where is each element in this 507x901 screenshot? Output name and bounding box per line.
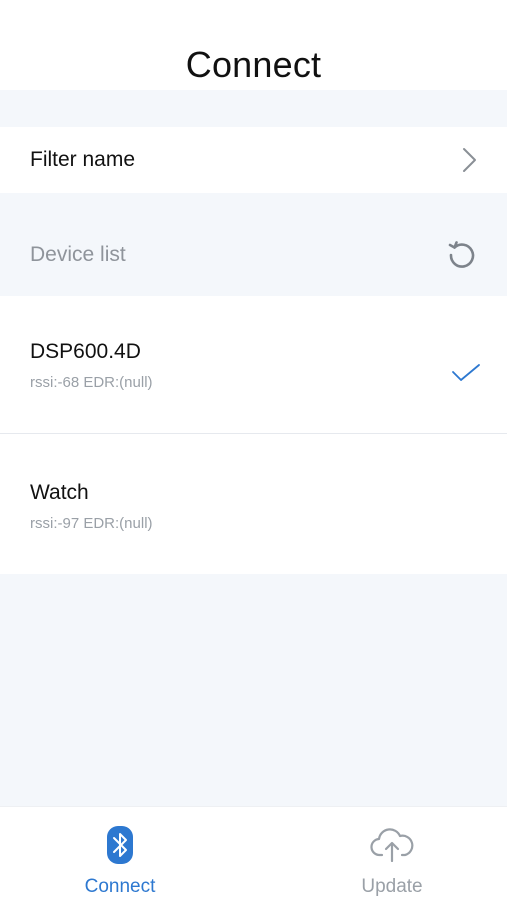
device-list-label: Device list	[30, 243, 126, 266]
device-list: DSP600.4D rssi:-68 EDR:(null) Watch rssi…	[0, 296, 507, 574]
device-name: DSP600.4D	[30, 340, 141, 363]
tab-connect-label: Connect	[84, 876, 156, 897]
cloud-upload-icon	[370, 826, 414, 864]
device-name: Watch	[30, 481, 89, 504]
tab-update[interactable]: Update	[292, 807, 492, 901]
device-meta: rssi:-97 EDR:(null)	[30, 515, 153, 532]
page-title: Connect	[185, 44, 322, 85]
device-meta: rssi:-68 EDR:(null)	[30, 374, 153, 391]
tab-bar: Connect Update	[0, 806, 507, 901]
device-list-header: Device list	[0, 220, 507, 290]
device-item[interactable]: Watch rssi:-97 EDR:(null)	[0, 435, 507, 573]
bluetooth-icon	[107, 826, 133, 864]
checkmark-icon	[451, 363, 481, 383]
tab-connect[interactable]: Connect	[20, 807, 220, 901]
filter-name-label: Filter name	[30, 148, 136, 171]
refresh-icon[interactable]	[445, 239, 477, 271]
tab-update-label: Update	[361, 876, 423, 897]
device-item[interactable]: DSP600.4D rssi:-68 EDR:(null)	[0, 296, 507, 434]
filter-name-row[interactable]: Filter name	[0, 127, 507, 193]
header: Connect	[0, 0, 507, 90]
chevron-right-icon	[461, 147, 477, 173]
